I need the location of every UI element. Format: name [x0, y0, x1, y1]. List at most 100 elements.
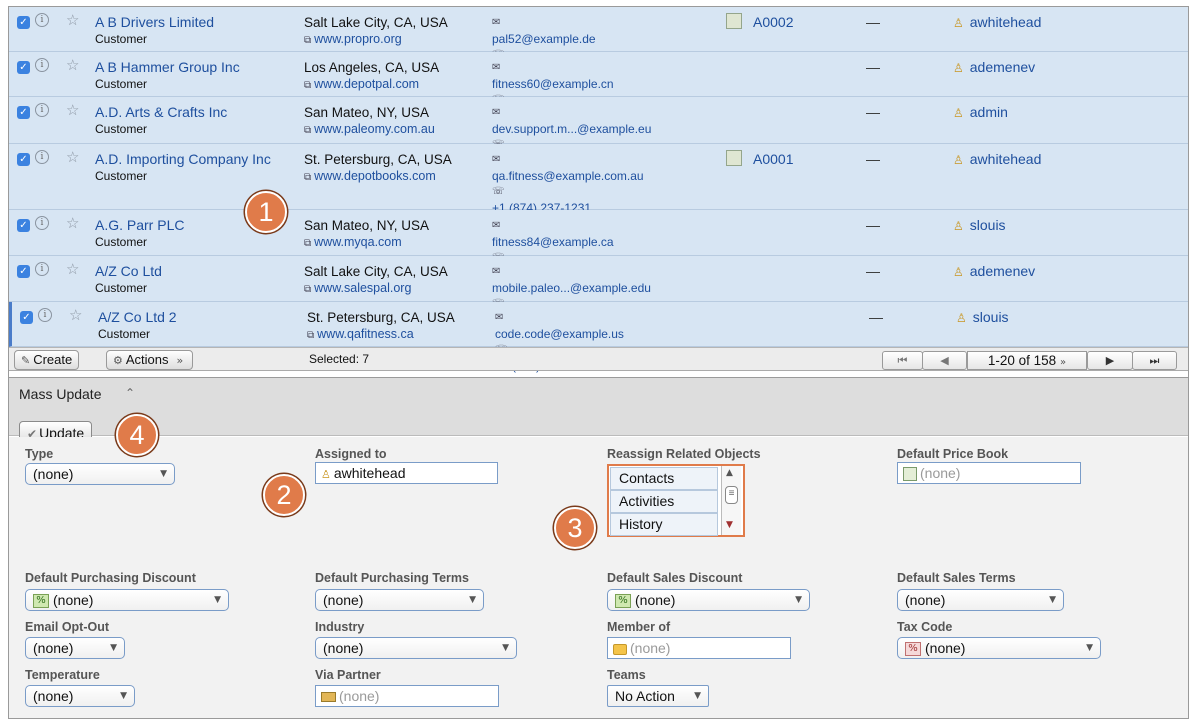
email-link[interactable]: ✉ mobile.paleo...@example.edu [492, 264, 651, 296]
scroll-down-icon[interactable]: ▼ [726, 520, 733, 530]
option-contacts[interactable]: Contacts [610, 467, 718, 490]
star-icon[interactable]: ☆ [66, 214, 79, 232]
tax-code-select[interactable]: % (none) ▼ [897, 637, 1101, 659]
assigned-user-link[interactable]: ♙ slouis [953, 217, 1006, 233]
website-link[interactable]: ⧉ www.paleomy.com.au [304, 121, 435, 139]
row-checkbox[interactable]: ✓ [17, 61, 30, 74]
assigned-user-link[interactable]: ♙ admin [953, 104, 1008, 120]
info-icon[interactable]: i [35, 13, 49, 27]
default-sales-discount-select[interactable]: % (none) ▼ [607, 589, 810, 611]
assigned-user-link[interactable]: ♙ awhitehead [953, 151, 1041, 167]
account-name-link[interactable]: A B Hammer Group Inc [95, 59, 281, 76]
empty-value: — [869, 309, 883, 325]
assigned-user-link[interactable]: ♙ ademenev [953, 59, 1035, 75]
account-name-link[interactable]: A/Z Co Ltd 2 [98, 309, 284, 326]
external-link-icon: ⧉ [304, 284, 312, 295]
create-button[interactable]: ✎ Create [14, 350, 80, 370]
pagination-select[interactable]: 1-20 of 158 » [967, 351, 1087, 370]
default-purchasing-discount-select[interactable]: % (none) ▼ [25, 589, 229, 611]
website-link[interactable]: ⧉ www.propro.org [304, 31, 448, 49]
table-row[interactable]: ✓ i ☆ A.D. Importing Company Inc Customer St.… [9, 144, 1188, 215]
default-purchasing-discount-label: Default Purchasing Discount [25, 571, 196, 585]
email-link[interactable]: ✉ pal52@example.de [492, 15, 596, 47]
temperature-select[interactable]: (none) ▼ [25, 685, 135, 707]
industry-select[interactable]: (none) ▼ [315, 637, 517, 659]
scroll-thumb[interactable]: ≡ [725, 486, 738, 504]
table-row[interactable]: ✓ i ☆ A B Drivers Limited Customer Salt Lake … [9, 7, 1188, 78]
table-row[interactable]: ✓ i ☆ A B Hammer Group Inc Customer Los Angel… [9, 52, 1188, 123]
external-link-icon: ⧉ [304, 125, 312, 136]
default-purchasing-terms-select[interactable]: (none) ▼ [315, 589, 484, 611]
prev-page-button[interactable]: ◀ [922, 351, 967, 370]
teams-select[interactable]: No Action ▼ [607, 685, 709, 707]
info-icon[interactable]: i [35, 216, 49, 230]
next-page-button[interactable]: ▶ [1087, 351, 1133, 370]
account-number-link[interactable]: A0001 [753, 151, 793, 167]
option-activities[interactable]: Activities [610, 490, 718, 513]
info-icon[interactable]: i [35, 262, 49, 276]
assigned-user-link[interactable]: ♙ ademenev [953, 263, 1035, 279]
table-row[interactable]: ✓ i ☆ A/Z Co Ltd 2 Customer St. Petersburg, C… [9, 302, 1188, 373]
user-icon: ♙ [953, 61, 964, 75]
email-opt-out-select[interactable]: (none) ▼ [25, 637, 125, 659]
row-checkbox[interactable]: ✓ [17, 153, 30, 166]
row-checkbox[interactable]: ✓ [17, 16, 30, 29]
location-cell: St. Petersburg, CA, USA ⧉ www.qafitness.ca [307, 309, 455, 344]
type-select[interactable]: (none) ▼ [25, 463, 175, 485]
star-icon[interactable]: ☆ [66, 148, 79, 166]
reassign-listbox[interactable]: Contacts Activities History ▲ ≡ ▼ [607, 464, 745, 537]
info-icon[interactable]: i [38, 308, 52, 322]
website-link[interactable]: ⧉ www.depotpal.com [304, 76, 439, 94]
default-price-book-input[interactable]: (none) [897, 462, 1081, 484]
last-page-button[interactable]: ⏭ [1132, 351, 1177, 370]
table-row[interactable]: ✓ i ☆ A.G. Parr PLC Customer San Mateo, NY, U… [9, 210, 1188, 281]
account-name-link[interactable]: A/Z Co Ltd [95, 263, 281, 280]
table-row[interactable]: ✓ i ☆ A.D. Arts & Crafts Inc Customer San Mat… [9, 97, 1188, 168]
email-link[interactable]: ✉ qa.fitness@example.com.au [492, 152, 644, 184]
assigned-to-input[interactable]: ♙ awhitehead [315, 462, 498, 484]
dropdown-arrow-icon: ▼ [120, 691, 127, 701]
star-icon[interactable]: ☆ [66, 11, 79, 29]
member-of-input[interactable]: (none) [607, 637, 791, 659]
account-name-link[interactable]: A.D. Importing Company Inc [95, 151, 281, 168]
row-checkbox[interactable]: ✓ [17, 219, 30, 232]
assigned-user-link[interactable]: ♙ awhitehead [953, 14, 1041, 30]
row-checkbox[interactable]: ✓ [20, 311, 33, 324]
mail-icon: ✉ [495, 312, 504, 323]
via-partner-input[interactable]: (none) [315, 685, 499, 707]
collapse-icon[interactable]: ⌃ [125, 386, 135, 400]
account-name-link[interactable]: A.D. Arts & Crafts Inc [95, 104, 281, 121]
listbox-scrollbar[interactable]: ▲ ≡ ▼ [721, 466, 741, 535]
phone-icon: ☏ [492, 186, 505, 197]
row-checkbox[interactable]: ✓ [17, 265, 30, 278]
website-link[interactable]: ⧉ www.salespal.org [304, 280, 448, 298]
email-link[interactable]: ✉ fitness84@example.ca [492, 218, 614, 250]
info-icon[interactable]: i [35, 58, 49, 72]
option-history[interactable]: History [610, 513, 718, 536]
account-number-link[interactable]: A0002 [753, 14, 793, 30]
assigned-user-link[interactable]: ♙ slouis [956, 309, 1009, 325]
scroll-up-icon[interactable]: ▲ [726, 468, 733, 478]
star-icon[interactable]: ☆ [66, 101, 79, 119]
table-row[interactable]: ✓ i ☆ A/Z Co Ltd Customer Salt Lake City, CA,… [9, 256, 1188, 327]
info-icon[interactable]: i [35, 103, 49, 117]
empty-value: — [866, 217, 880, 233]
star-icon[interactable]: ☆ [66, 260, 79, 278]
star-icon[interactable]: ☆ [69, 306, 82, 324]
email-link[interactable]: ✉ code.code@example.us [495, 310, 624, 342]
info-icon[interactable]: i [35, 150, 49, 164]
website-link[interactable]: ⧉ www.qafitness.ca [307, 326, 455, 344]
email-link[interactable]: ✉ dev.support.m...@example.eu [492, 105, 651, 137]
row-checkbox[interactable]: ✓ [17, 106, 30, 119]
assigned-to-label: Assigned to [315, 447, 387, 461]
star-icon[interactable]: ☆ [66, 56, 79, 74]
first-page-button[interactable]: ⏮ [882, 351, 923, 370]
account-card-icon [726, 150, 742, 166]
actions-button[interactable]: ⚙ Actions» [106, 350, 194, 370]
website-link[interactable]: ⧉ www.myqa.com [304, 234, 429, 252]
default-sales-terms-select[interactable]: (none) ▼ [897, 589, 1064, 611]
email-link[interactable]: ✉ fitness60@example.cn [492, 60, 614, 92]
dropdown-arrow-icon: ▼ [214, 595, 221, 605]
website-link[interactable]: ⧉ www.depotbooks.com [304, 168, 452, 186]
account-name-link[interactable]: A B Drivers Limited [95, 14, 281, 31]
